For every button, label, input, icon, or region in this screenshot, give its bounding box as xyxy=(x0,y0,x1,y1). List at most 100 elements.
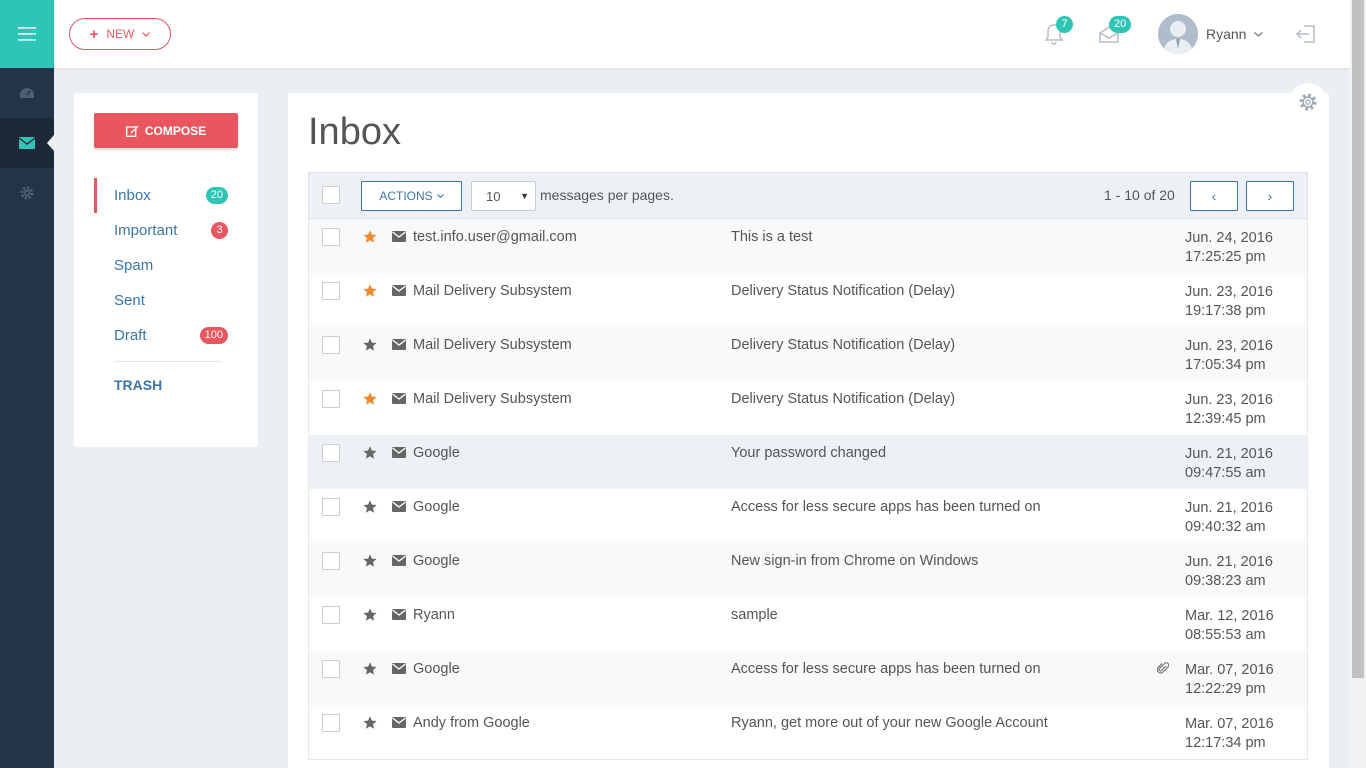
message-list: test.info.user@gmail.com This is a test Ju… xyxy=(308,219,1308,760)
message-date: Jun. 21, 2016 09:40:32 am xyxy=(1185,499,1273,537)
folder-divider xyxy=(114,361,222,362)
folder-panel: COMPOSE Inbox 20 Important 3 Spam Sent D… xyxy=(74,93,258,447)
chevron-left-icon: ‹ xyxy=(1211,188,1217,204)
message-sender: Google xyxy=(413,661,460,677)
folder-sent[interactable]: Sent xyxy=(94,283,228,318)
folder-label: Important xyxy=(114,222,178,239)
per-page-value: 10 xyxy=(486,188,501,204)
nav-dashboard[interactable] xyxy=(0,68,54,118)
new-button[interactable]: + NEW xyxy=(69,18,171,50)
messages-badge: 20 xyxy=(1109,16,1132,33)
message-date-time: 12:17:34 pm xyxy=(1185,735,1266,751)
message-checkbox[interactable] xyxy=(322,552,340,570)
star-icon[interactable] xyxy=(362,661,378,677)
message-date-time: 09:38:23 am xyxy=(1185,573,1266,589)
message-checkbox[interactable] xyxy=(322,390,340,408)
message-sender: Google xyxy=(413,445,460,461)
folder-label: Draft xyxy=(114,327,147,344)
message-checkbox[interactable] xyxy=(322,714,340,732)
folder-count-badge: 20 xyxy=(205,187,228,204)
paperclip-icon xyxy=(1157,662,1169,674)
star-icon[interactable] xyxy=(362,445,378,461)
folder-inbox[interactable]: Inbox 20 xyxy=(94,178,228,213)
page-scrollbar[interactable] xyxy=(1350,0,1366,768)
user-avatar-icon xyxy=(1158,14,1198,54)
scrollbar-thumb[interactable] xyxy=(1352,0,1364,678)
envelope-icon xyxy=(392,717,406,728)
envelope-icon xyxy=(392,339,406,350)
envelope-icon xyxy=(392,663,406,674)
message-row[interactable]: Google Access for less secure apps has be… xyxy=(309,651,1307,705)
star-icon[interactable] xyxy=(362,715,378,731)
message-checkbox[interactable] xyxy=(322,660,340,678)
star-icon[interactable] xyxy=(362,283,378,299)
message-date-day: Jun. 23, 2016 xyxy=(1185,392,1273,408)
notifications-button[interactable]: 7 xyxy=(1038,16,1073,50)
folder-trash[interactable]: TRASH xyxy=(94,367,228,402)
message-row[interactable]: Google Access for less secure apps has be… xyxy=(309,489,1307,543)
message-checkbox[interactable] xyxy=(322,282,340,300)
folder-label: Inbox xyxy=(114,187,151,204)
message-sender: Google xyxy=(413,553,460,569)
message-sender: Ryann xyxy=(413,607,455,623)
message-date-day: Jun. 23, 2016 xyxy=(1185,338,1273,354)
folder-count-badge: 100 xyxy=(199,327,228,344)
star-icon[interactable] xyxy=(362,337,378,353)
message-date-day: Mar. 12, 2016 xyxy=(1185,608,1274,624)
envelope-icon xyxy=(392,555,406,566)
caret-down-icon: ▼ xyxy=(520,191,529,201)
message-subject: sample xyxy=(731,607,778,623)
message-checkbox[interactable] xyxy=(322,336,340,354)
actions-label: ACTIONS xyxy=(379,189,433,203)
nav-settings[interactable] xyxy=(0,168,54,218)
next-page-button[interactable]: › xyxy=(1246,181,1294,211)
message-date: Mar. 07, 2016 12:22:29 pm xyxy=(1185,661,1274,699)
settings-icon xyxy=(20,186,34,200)
message-row[interactable]: Ryann sample Mar. 12, 2016 08:55:53 am xyxy=(309,597,1307,651)
folder-label: TRASH xyxy=(114,376,163,393)
folder-draft[interactable]: Draft 100 xyxy=(94,318,228,353)
folder-important[interactable]: Important 3 xyxy=(94,213,228,248)
message-subject: Access for less secure apps has been tur… xyxy=(731,499,1041,515)
chevron-down-icon xyxy=(1254,31,1264,37)
message-date: Jun. 23, 2016 19:17:38 pm xyxy=(1185,283,1273,321)
star-icon[interactable] xyxy=(362,553,378,569)
inbox-toolbar: ACTIONS 10 ▼ messages per pages. 1 - 10 … xyxy=(308,172,1308,219)
compose-button[interactable]: COMPOSE xyxy=(94,113,238,148)
message-date-time: 19:17:38 pm xyxy=(1185,303,1266,319)
message-sender: Mail Delivery Subsystem xyxy=(413,283,572,299)
per-page-select[interactable]: 10 ▼ xyxy=(471,181,536,211)
star-icon[interactable] xyxy=(362,229,378,245)
message-row[interactable]: Andy from Google Ryann, get more out of y… xyxy=(309,705,1307,759)
message-sender: Mail Delivery Subsystem xyxy=(413,391,572,407)
message-row[interactable]: Mail Delivery Subsystem Delivery Status N… xyxy=(309,381,1307,435)
messages-button[interactable]: 20 xyxy=(1093,16,1132,50)
message-row[interactable]: Mail Delivery Subsystem Delivery Status N… xyxy=(309,273,1307,327)
select-all-checkbox[interactable] xyxy=(322,186,340,204)
message-row[interactable]: Google Your password changed Jun. 21, 2016… xyxy=(309,435,1307,489)
gear-icon xyxy=(1299,93,1317,111)
logout-button[interactable] xyxy=(1290,18,1322,50)
message-checkbox[interactable] xyxy=(322,444,340,462)
message-checkbox[interactable] xyxy=(322,606,340,624)
notifications-badge: 7 xyxy=(1056,16,1073,33)
settings-button[interactable] xyxy=(1289,83,1327,121)
message-row[interactable]: Google New sign-in from Chrome on Windows… xyxy=(309,543,1307,597)
message-checkbox[interactable] xyxy=(322,228,340,246)
star-icon[interactable] xyxy=(362,391,378,407)
actions-dropdown[interactable]: ACTIONS xyxy=(361,181,462,211)
star-icon[interactable] xyxy=(362,607,378,623)
nav-mail[interactable] xyxy=(0,118,54,168)
message-date-day: Mar. 07, 2016 xyxy=(1185,716,1274,732)
menu-toggle-button[interactable] xyxy=(0,0,54,68)
message-date-day: Jun. 21, 2016 xyxy=(1185,500,1273,516)
star-icon[interactable] xyxy=(362,499,378,515)
message-row[interactable]: Mail Delivery Subsystem Delivery Status N… xyxy=(309,327,1307,381)
folder-spam[interactable]: Spam xyxy=(94,248,228,283)
user-menu[interactable]: Ryann xyxy=(1158,14,1264,54)
message-checkbox[interactable] xyxy=(322,498,340,516)
prev-page-button[interactable]: ‹ xyxy=(1190,181,1238,211)
message-row[interactable]: test.info.user@gmail.com This is a test Ju… xyxy=(309,219,1307,273)
inbox-panel: Inbox ACTIONS 10 ▼ messages per pages. 1… xyxy=(288,83,1329,768)
logout-icon xyxy=(1295,25,1315,43)
